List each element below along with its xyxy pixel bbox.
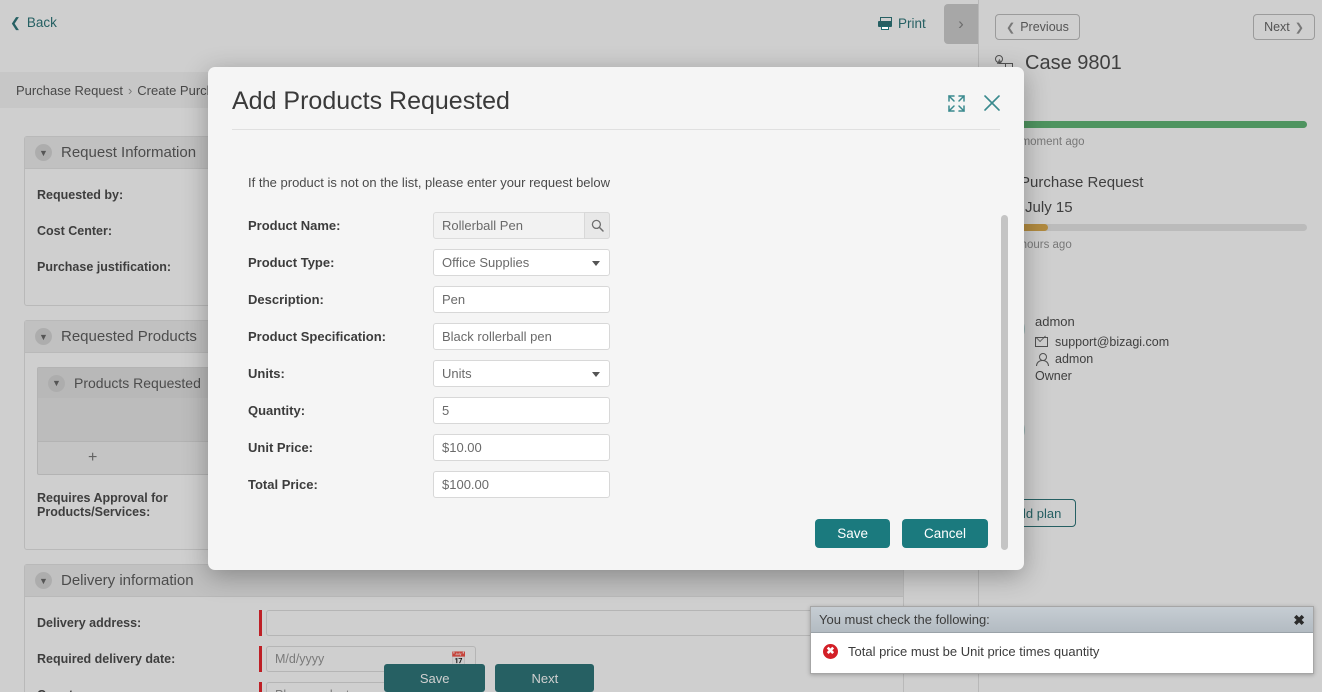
modal-header: Add Products Requested bbox=[208, 67, 1024, 130]
modal-field-row: Quantity: 5 bbox=[248, 397, 988, 424]
validation-notification: You must check the following: ✖ ✖ Total … bbox=[810, 606, 1314, 674]
app-root: ❮ Back Print › Purchase Request › Create… bbox=[0, 0, 1322, 692]
close-icon[interactable] bbox=[982, 93, 1002, 113]
chevron-down-icon bbox=[592, 371, 600, 377]
modal-body: If the product is not on the list, pleas… bbox=[208, 130, 1024, 570]
notification-body: ✖ Total price must be Unit price times q… bbox=[811, 633, 1313, 670]
total-price-input[interactable]: $100.00 bbox=[433, 471, 610, 498]
field-label: Unit Price: bbox=[248, 440, 314, 455]
notification-header: You must check the following: ✖ bbox=[811, 607, 1313, 633]
chevron-down-icon bbox=[592, 260, 600, 266]
product-type-value: Office Supplies bbox=[442, 255, 530, 270]
product-name-input[interactable]: Rollerball Pen bbox=[433, 212, 610, 239]
close-icon[interactable]: ✖ bbox=[1293, 613, 1305, 627]
modal-field-row: Unit Price: $10.00 bbox=[248, 434, 988, 461]
modal-save-button[interactable]: Save bbox=[815, 519, 890, 548]
field-label: Product Type: bbox=[248, 255, 335, 270]
product-specification-input[interactable]: Black rollerball pen bbox=[433, 323, 610, 350]
field-label: Description: bbox=[248, 292, 324, 307]
modal-field-row: Units: Units bbox=[248, 360, 988, 387]
modal-field-row: Total Price: $100.00 bbox=[248, 471, 988, 498]
modal-title: Add Products Requested bbox=[232, 87, 510, 115]
modal-actions: Save Cancel bbox=[815, 519, 988, 548]
units-select[interactable]: Units bbox=[433, 360, 610, 387]
expand-icon[interactable] bbox=[947, 94, 966, 113]
product-type-select[interactable]: Office Supplies bbox=[433, 249, 610, 276]
field-label: Units: bbox=[248, 366, 285, 381]
quantity-input[interactable]: 5 bbox=[433, 397, 610, 424]
description-input[interactable]: Pen bbox=[433, 286, 610, 313]
modal-field-row: Description: Pen bbox=[248, 286, 988, 313]
field-label: Total Price: bbox=[248, 477, 318, 492]
modal-field-row: Product Type: Office Supplies bbox=[248, 249, 988, 276]
error-circle-icon: ✖ bbox=[823, 644, 838, 659]
modal-header-actions bbox=[947, 93, 1002, 113]
add-products-modal: Add Products Requested If the product is… bbox=[208, 67, 1024, 570]
field-label: Quantity: bbox=[248, 403, 306, 418]
field-label: Product Name: bbox=[248, 218, 341, 233]
modal-scrollbar[interactable] bbox=[1001, 215, 1008, 550]
product-name-value: Rollerball Pen bbox=[442, 218, 523, 233]
modal-cancel-button[interactable]: Cancel bbox=[901, 519, 988, 548]
modal-field-row: Product Name: Rollerball Pen bbox=[248, 212, 988, 239]
units-value: Units bbox=[442, 366, 472, 381]
notification-title: You must check the following: bbox=[819, 612, 990, 627]
modal-hint: If the product is not on the list, pleas… bbox=[248, 175, 611, 190]
modal-field-row: Product Specification: Black rollerball … bbox=[248, 323, 988, 350]
unit-price-input[interactable]: $10.00 bbox=[433, 434, 610, 461]
notification-message: Total price must be Unit price times qua… bbox=[848, 644, 1100, 659]
field-label: Product Specification: bbox=[248, 329, 386, 344]
modal-form: If the product is not on the list, pleas… bbox=[248, 175, 988, 508]
search-icon[interactable] bbox=[584, 212, 610, 239]
